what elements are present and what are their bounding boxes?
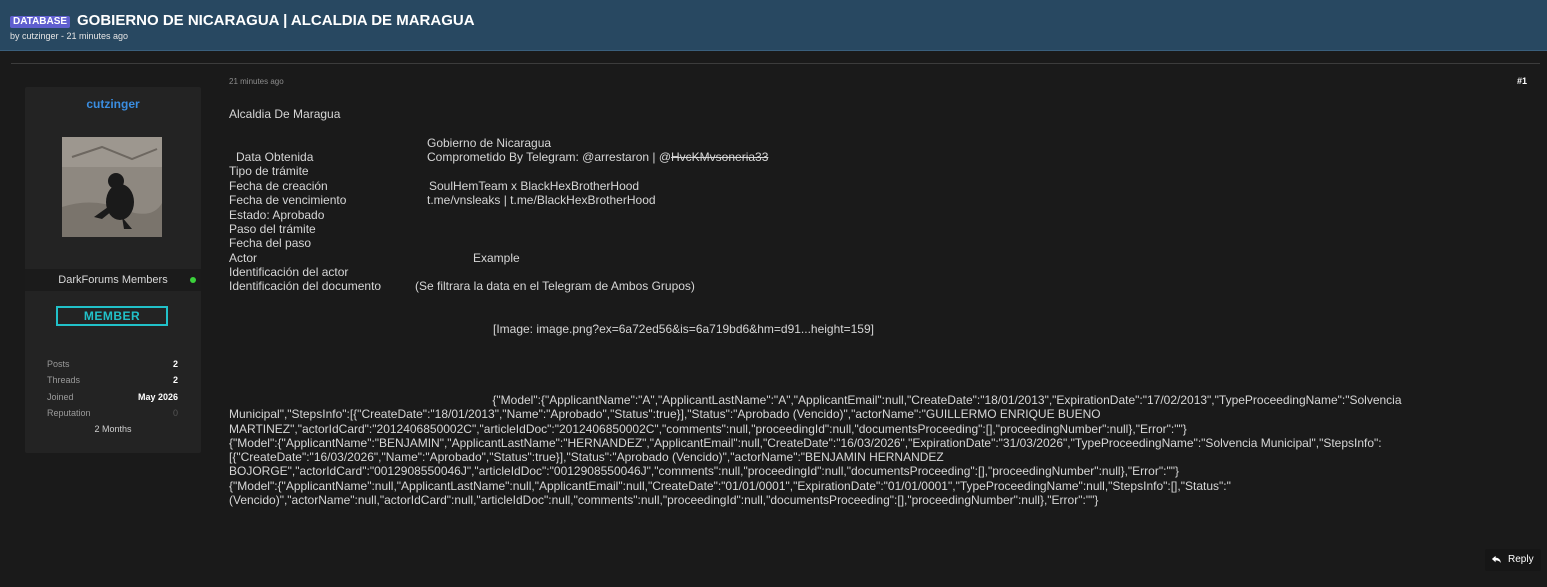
avatar[interactable] <box>62 137 162 237</box>
user-group: DarkForums Members <box>58 274 168 286</box>
user-group-bar: DarkForums Members <box>25 269 201 291</box>
post-line: Alcaldia De Maragua <box>229 107 341 121</box>
json-line: BOJORGE","actorIdCard":"0012908550046J",… <box>229 464 1179 479</box>
stat-label: Reputation <box>47 408 91 418</box>
prefix-badge[interactable]: DATABASE <box>10 16 71 28</box>
json-line: (Vencido)","actorName":null,"actorIdCard… <box>229 493 1099 508</box>
stat-value[interactable]: 2 <box>173 359 178 369</box>
post-line: SoulHemTeam x BlackHexBrotherHood <box>429 179 640 193</box>
reply-label: Reply <box>1508 554 1534 565</box>
membership-duration: 2 Months <box>94 424 132 434</box>
post-line: Comprometido By Telegram: @arrestaron | … <box>427 150 768 164</box>
struck-handle: HvcKMvsoneria33 <box>671 150 769 164</box>
post-number-link[interactable]: #1 <box>1517 76 1527 86</box>
post-line: Identificación del actor <box>229 265 349 279</box>
post-line: Paso del trámite <box>229 222 316 236</box>
stat-label: Posts <box>47 359 70 369</box>
divider <box>11 63 1540 64</box>
post-line: Fecha de vencimiento <box>229 193 347 207</box>
rank-badge: MEMBER <box>56 306 168 326</box>
thread-byline[interactable]: by cutzinger - 21 minutes ago <box>10 31 128 41</box>
stat-value[interactable]: 2 <box>173 375 178 385</box>
stat-value: May 2026 <box>137 392 178 402</box>
thread-title: GOBIERNO DE NICARAGUA | ALCALDIA DE MARA… <box>77 12 475 29</box>
json-line: {"Model":{"ApplicantName":"BENJAMIN","Ap… <box>229 435 1382 450</box>
json-data-block: {"Model":{"ApplicantName":"A","Applicant… <box>229 393 1439 507</box>
stat-label: Threads <box>47 375 81 385</box>
stat-label: Joined <box>47 392 74 402</box>
reply-button[interactable]: Reply <box>1485 549 1541 571</box>
post-line: Fecha del paso <box>229 236 312 250</box>
json-line: {"Model":{"ApplicantName":null,"Applican… <box>229 478 1231 493</box>
thread-header: DATABASE GOBIERNO DE NICARAGUA | ALCALDI… <box>0 0 1547 51</box>
stat-threads: Threads 2 <box>47 375 178 389</box>
post-line: Estado: Aprobado <box>229 208 325 222</box>
stat-reputation: Reputation 0 <box>47 408 178 422</box>
post-line: Gobierno de Nicaragua <box>427 136 552 150</box>
json-line: Municipal","StepsInfo":[{"CreateDate":"1… <box>229 407 1101 422</box>
post-text: Comprometido By Telegram: @arrestaron | … <box>427 150 672 164</box>
username-link[interactable]: cutzinger <box>25 97 201 111</box>
post-line: Example <box>473 251 520 265</box>
post-line: Tipo de trámite <box>229 164 309 178</box>
online-status-icon <box>190 277 196 283</box>
json-line: MARTINEZ","actorIdCard":"2012406850002C"… <box>229 421 1187 436</box>
json-line: {"Model":{"ApplicantName":"A","Applicant… <box>229 393 1402 407</box>
post-line: (Se filtrara la data en el Telegram de A… <box>415 279 695 293</box>
stat-posts: Posts 2 <box>47 359 178 373</box>
post-time[interactable]: 21 minutes ago <box>229 77 284 86</box>
post-line: Data Obtenida <box>236 150 314 164</box>
post-line: Fecha de creación <box>229 179 328 193</box>
post-line: t.me/vnsleaks | t.me/BlackHexBrotherHood <box>427 193 656 207</box>
reply-arrow-icon <box>1491 555 1502 564</box>
post-line: Identificación del documento <box>229 279 382 293</box>
image-placeholder[interactable]: [Image: image.png?ex=6a72ed56&is=6a719bd… <box>493 322 874 336</box>
json-line: [{"CreateDate":"16/03/2026","Name":"Apro… <box>229 450 944 465</box>
stat-value[interactable]: 0 <box>173 408 178 418</box>
user-card: cutzinger DarkForums Members MEMBER Post… <box>25 87 201 453</box>
stat-joined: Joined May 2026 <box>47 392 178 406</box>
post-line: Actor <box>229 251 258 265</box>
